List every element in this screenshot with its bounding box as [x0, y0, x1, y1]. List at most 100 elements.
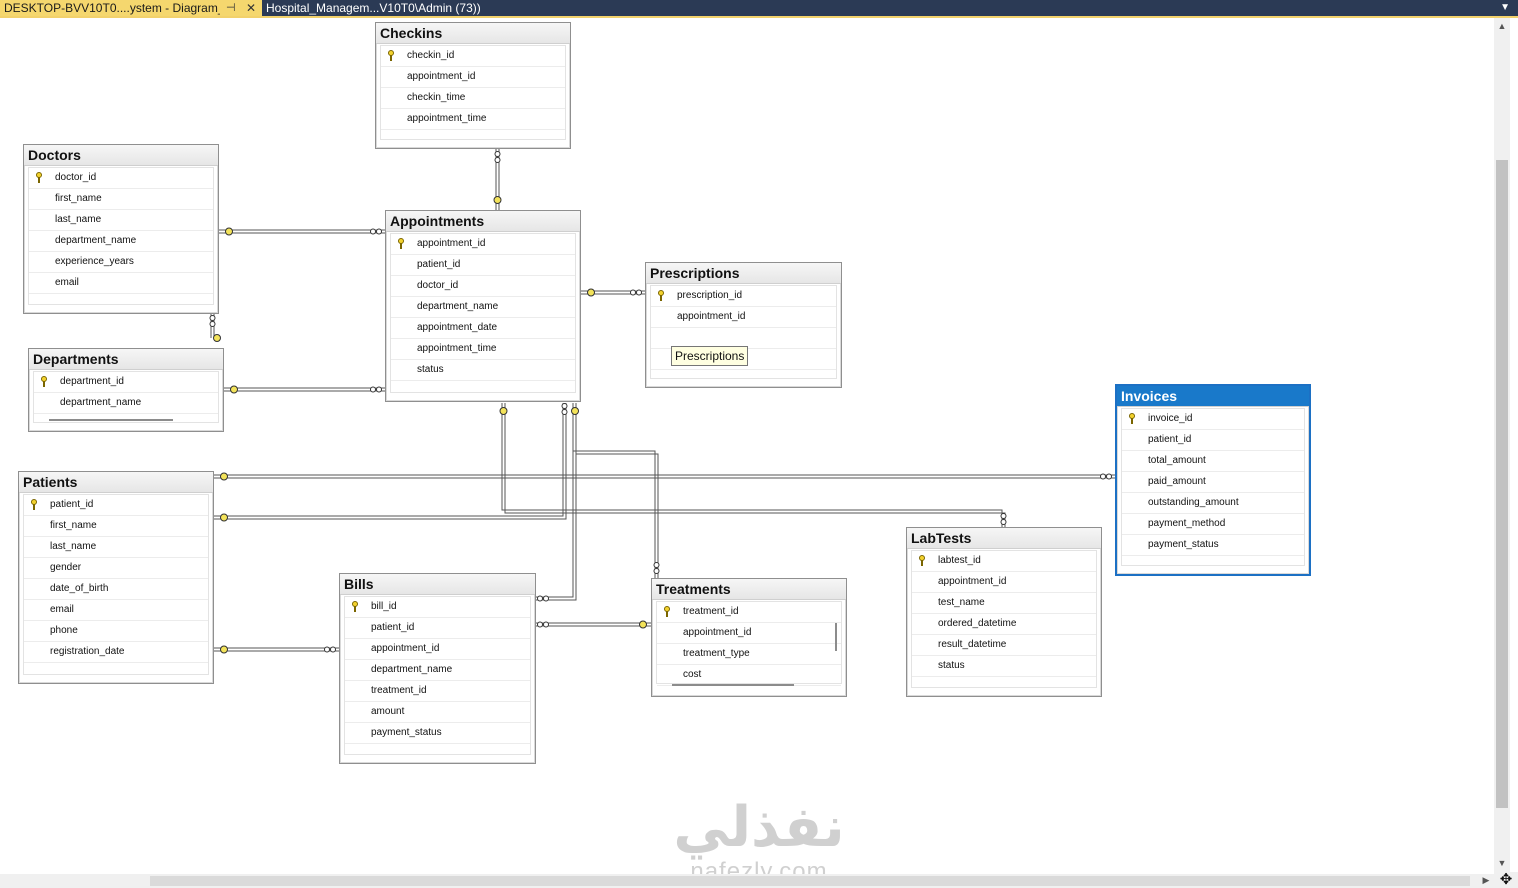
tab-diagram[interactable]: DESKTOP-BVV10T0....ystem - Diagram_0* ⊣ … [0, 0, 262, 16]
table-prescriptions[interactable]: Prescriptions prescription_id appointment… [645, 262, 842, 388]
relationship-doctors-appointments[interactable] [218, 229, 386, 234]
relationship-departments-appointments[interactable] [223, 387, 386, 392]
table-doctors[interactable]: Doctors doctor_id first_name last_name depa… [23, 144, 219, 314]
table-scrollbar-vertical[interactable] [835, 623, 837, 651]
pin-icon[interactable]: ⊣ [226, 0, 236, 16]
move-icon[interactable]: ✥ [1494, 872, 1518, 888]
table-title[interactable]: Appointments [386, 211, 580, 232]
primary-key-column[interactable]: prescription_id [651, 286, 836, 307]
column-row[interactable]: appointment_id [912, 572, 1096, 593]
column-row[interactable]: doctor_id [391, 276, 575, 297]
table-title[interactable]: Departments [29, 349, 223, 370]
column-row[interactable]: payment_status [345, 723, 530, 744]
relationship-appointments-bills[interactable] [535, 403, 577, 601]
relationship-patients-invoices[interactable] [213, 474, 1116, 479]
column-row[interactable]: status [912, 656, 1096, 677]
column-row[interactable]: test_name [912, 593, 1096, 614]
column-row[interactable]: paid_amount [1122, 472, 1304, 493]
chevron-down-icon[interactable]: ▼ [1500, 0, 1510, 16]
vertical-scroll-thumb[interactable] [1496, 160, 1508, 808]
table-patients[interactable]: Patients patient_id first_name last_name ge… [18, 471, 214, 684]
primary-key-column[interactable]: patient_id [24, 495, 208, 516]
primary-key-column[interactable]: invoice_id [1122, 409, 1304, 430]
table-labtests[interactable]: LabTests labtest_id appointment_id test_na… [906, 527, 1102, 697]
column-row[interactable]: amount [345, 702, 530, 723]
column-row[interactable]: appointment_id [651, 307, 836, 328]
column-row[interactable]: experience_years [29, 252, 213, 273]
table-title[interactable]: Patients [19, 472, 213, 493]
column-row[interactable]: payment_method [1122, 514, 1304, 535]
column-row[interactable]: status [391, 360, 575, 381]
primary-key-column[interactable]: checkin_id [381, 46, 565, 67]
column-row[interactable]: appointment_id [381, 67, 565, 88]
column-row[interactable]: registration_date [24, 642, 208, 663]
close-icon[interactable]: ✕ [246, 0, 256, 16]
relationship-appointments-treatments[interactable] [573, 450, 659, 578]
column-row[interactable]: patient_id [1122, 430, 1304, 451]
column-row[interactable]: appointment_time [391, 339, 575, 360]
column-row[interactable]: first_name [24, 516, 208, 537]
column-row[interactable]: last_name [24, 537, 208, 558]
column-row[interactable]: appointment_id [657, 623, 841, 644]
primary-key-column[interactable]: treatment_id [657, 602, 841, 623]
column-row[interactable]: department_name [391, 297, 575, 318]
vertical-scrollbar[interactable]: ▲ ▼ [1494, 18, 1510, 874]
tab-query[interactable]: Hospital_Managem...V10T0\Admin (73)) [262, 0, 524, 16]
table-invoices[interactable]: Invoices invoice_id patient_id total_amoun… [1115, 384, 1311, 576]
arrow-up-icon[interactable]: ▲ [1494, 21, 1510, 31]
column-row[interactable]: first_name [29, 189, 213, 210]
table-title[interactable]: Treatments [652, 579, 846, 600]
column-row[interactable]: ordered_datetime [912, 614, 1096, 635]
relationship-patients-bills[interactable] [213, 647, 340, 652]
arrow-down-icon[interactable]: ▼ [1494, 858, 1510, 868]
table-treatments[interactable]: Treatments treatment_id appointment_id tre… [651, 578, 847, 697]
primary-key-column[interactable]: department_id [34, 372, 218, 393]
column-row[interactable]: patient_id [345, 618, 530, 639]
relationship-appointments-labtests[interactable] [501, 403, 1006, 528]
column-row[interactable]: date_of_birth [24, 579, 208, 600]
table-title[interactable]: LabTests [907, 528, 1101, 549]
table-scrollbar[interactable] [672, 684, 794, 686]
table-title[interactable]: Prescriptions [646, 263, 841, 284]
column-row[interactable]: appointment_id [345, 639, 530, 660]
column-row[interactable]: department_name [345, 660, 530, 681]
primary-key-column[interactable]: labtest_id [912, 551, 1096, 572]
primary-key-column[interactable]: bill_id [345, 597, 530, 618]
table-title[interactable]: Bills [340, 574, 535, 595]
column-row[interactable]: cost [657, 665, 841, 686]
column-name: ordered_datetime [938, 618, 1017, 629]
column-row[interactable]: result_datetime [912, 635, 1096, 656]
table-appointments[interactable]: Appointments appointment_id patient_id doc… [385, 210, 581, 402]
column-row[interactable]: payment_status [1122, 535, 1304, 556]
table-departments[interactable]: Departments department_id department_name [28, 348, 224, 432]
column-row[interactable]: department_name [34, 393, 218, 414]
column-row[interactable]: appointment_time [381, 109, 565, 130]
table-scrollbar[interactable] [49, 419, 173, 421]
column-row[interactable]: gender [24, 558, 208, 579]
column-row[interactable]: phone [24, 621, 208, 642]
horizontal-scrollbar[interactable]: ▶ [0, 874, 1494, 888]
primary-key-column[interactable]: doctor_id [29, 168, 213, 189]
column-row[interactable]: treatment_id [345, 681, 530, 702]
table-title[interactable]: Checkins [376, 23, 570, 44]
column-row[interactable]: total_amount [1122, 451, 1304, 472]
column-row[interactable]: patient_id [391, 255, 575, 276]
column-row[interactable]: treatment_type [657, 644, 841, 665]
column-row[interactable]: appointment_date [391, 318, 575, 339]
horizontal-scroll-thumb[interactable] [150, 876, 1470, 886]
table-title[interactable]: Invoices [1117, 386, 1309, 407]
table-checkins[interactable]: Checkins checkin_id appointment_id checkin… [375, 22, 571, 149]
column-row[interactable]: department_name [29, 231, 213, 252]
diagram-canvas[interactable]: Checkins checkin_id appointment_id checkin… [0, 18, 1494, 885]
column-row[interactable]: outstanding_amount [1122, 493, 1304, 514]
column-row[interactable]: email [29, 273, 213, 294]
primary-key-column[interactable]: appointment_id [391, 234, 575, 255]
arrow-right-icon[interactable]: ▶ [1478, 875, 1494, 886]
column-row[interactable]: last_name [29, 210, 213, 231]
table-bills[interactable]: Bills bill_id patient_id appointment_id dep… [339, 573, 536, 764]
relationship-patients-appointments[interactable] [213, 403, 567, 520]
table-title[interactable]: Doctors [24, 145, 218, 166]
column-row[interactable]: checkin_time [381, 88, 565, 109]
column-row[interactable]: email [24, 600, 208, 621]
relationship-treatments-bills[interactable] [535, 622, 652, 627]
